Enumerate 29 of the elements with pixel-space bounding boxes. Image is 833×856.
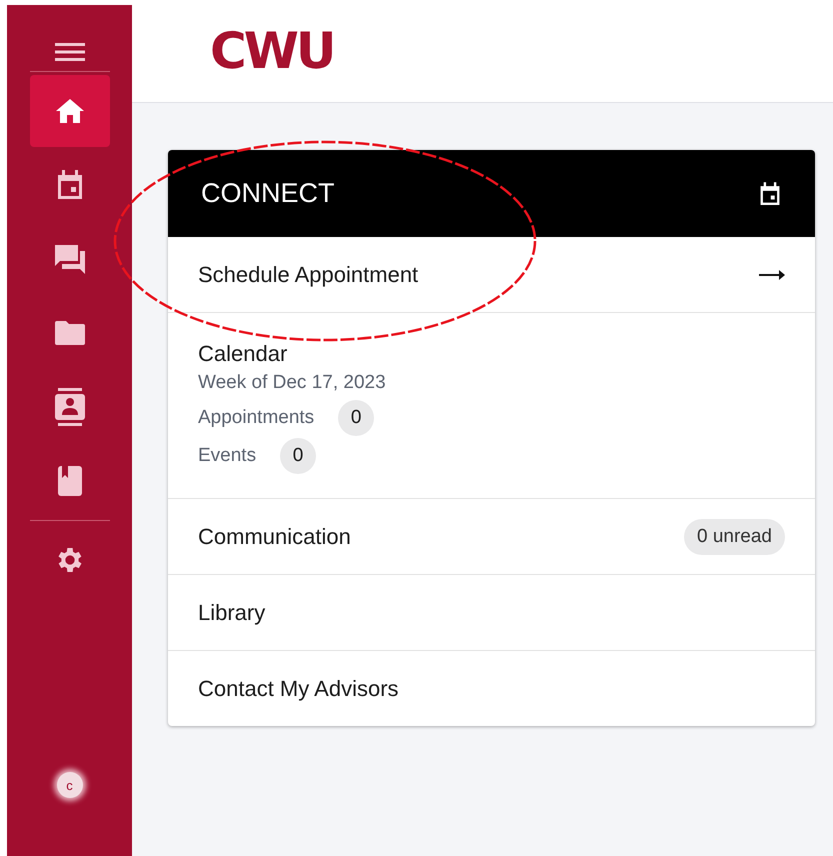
calendar-row[interactable]: Calendar Week of Dec 17, 2023 Appointments 0 Events 0 [168, 312, 815, 498]
card-row[interactable]: Library [168, 574, 815, 650]
calendar-icon [759, 180, 781, 206]
book-icon [56, 465, 82, 497]
arrow-right-icon [759, 268, 785, 280]
card-title: CONNECT [201, 178, 334, 209]
schedule-row[interactable]: Schedule Appointment [168, 237, 815, 312]
count-label: Appointments [198, 406, 314, 430]
row-label: Calendar [198, 341, 288, 367]
count-label: Events [198, 444, 256, 468]
home-nav-item[interactable] [30, 75, 110, 147]
card-row[interactable]: Contact My Advisors [168, 650, 815, 726]
row-label: Contact My Advisors [198, 676, 399, 702]
calendar-icon [56, 169, 84, 201]
home-icon [54, 97, 84, 125]
row-label: Communication [198, 524, 351, 550]
menu-icon [54, 42, 84, 62]
row-label: Library [198, 600, 266, 626]
chat-icon [54, 243, 86, 275]
unread-badge: 0 unread [684, 518, 785, 554]
footer-logo: c [56, 772, 82, 798]
communication-row[interactable]: Communication 0 unread [168, 498, 815, 574]
count-badge: 0 [338, 400, 374, 436]
row-label: Schedule Appointment [198, 262, 418, 288]
university-logo: CWU [210, 22, 334, 80]
week-label: Week of Dec 17, 2023 [198, 371, 386, 395]
count-badge: 0 [280, 438, 316, 474]
folder-icon [54, 320, 86, 346]
contact-card-icon [54, 388, 86, 426]
